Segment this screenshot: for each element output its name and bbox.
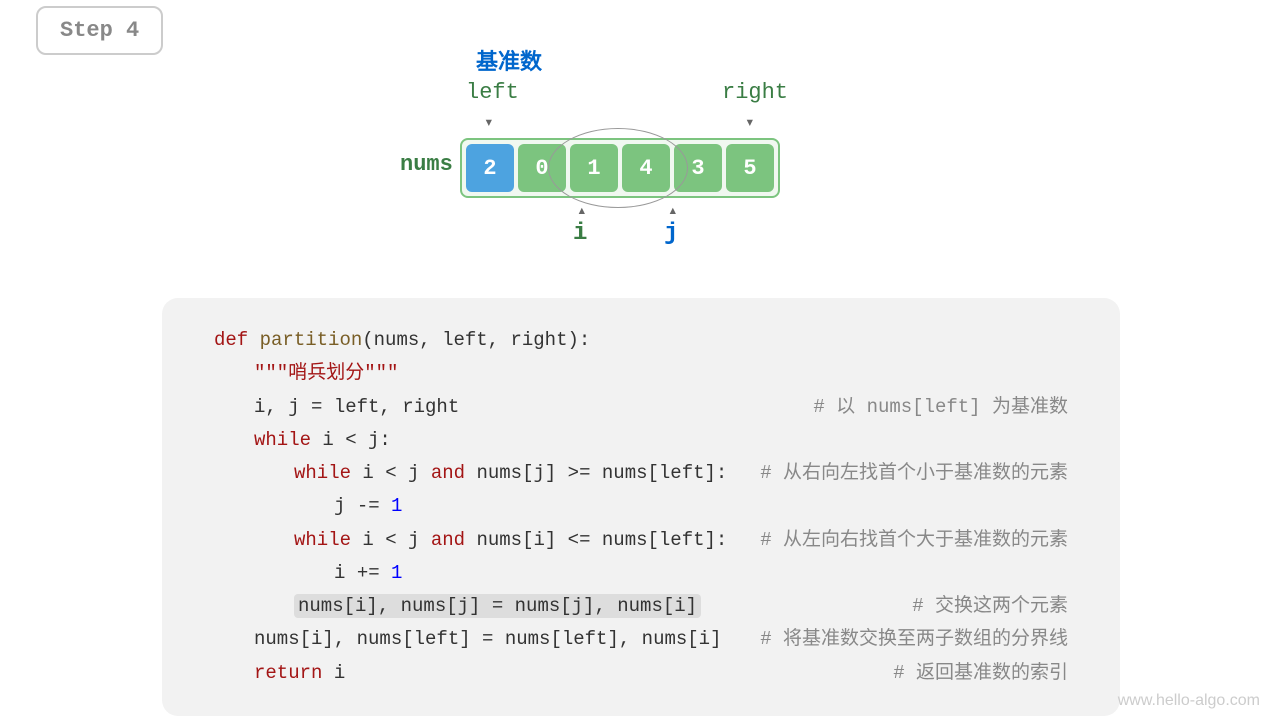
code-line: while i < j:: [214, 424, 1068, 457]
left-pointer-label: left: [466, 80, 519, 105]
array-cell: 3: [674, 144, 722, 192]
code-line: i, j = left, right # 以 nums[left] 为基准数: [214, 391, 1068, 424]
array-cell: 4: [622, 144, 670, 192]
code-line: def partition(nums, left, right):: [214, 324, 1068, 357]
code-line-highlighted: nums[i], nums[j] = nums[j], nums[i] # 交换…: [214, 590, 1068, 623]
array-cell: 5: [726, 144, 774, 192]
j-pointer-label: j: [664, 220, 678, 247]
watermark: www.hello-algo.com: [1118, 692, 1260, 710]
code-line: return i # 返回基准数的索引: [214, 657, 1068, 690]
arrow-down-icon: ▾: [745, 112, 755, 132]
code-line: nums[i], nums[left] = nums[left], nums[i…: [214, 623, 1068, 656]
arrow-up-icon: ▴: [668, 200, 678, 220]
code-line: i += 1: [214, 557, 1068, 590]
code-line: while i < j and nums[j] >= nums[left]: #…: [214, 457, 1068, 490]
pivot-label: 基准数: [476, 44, 542, 76]
arrow-down-icon: ▾: [484, 112, 494, 132]
array-cell: 1: [570, 144, 618, 192]
code-block: def partition(nums, left, right): """哨兵划…: [162, 298, 1120, 716]
code-line: """哨兵划分""": [214, 357, 1068, 390]
array-row: 2 0 1 4 3 5: [460, 138, 780, 198]
code-line: while i < j and nums[i] <= nums[left]: #…: [214, 524, 1068, 557]
nums-label: nums: [400, 152, 453, 177]
arrow-up-icon: ▴: [577, 200, 587, 220]
step-badge: Step 4: [36, 6, 163, 55]
array-cell: 0: [518, 144, 566, 192]
i-pointer-label: i: [573, 220, 587, 247]
right-pointer-label: right: [722, 80, 788, 105]
code-line: j -= 1: [214, 490, 1068, 523]
array-cell-pivot: 2: [466, 144, 514, 192]
